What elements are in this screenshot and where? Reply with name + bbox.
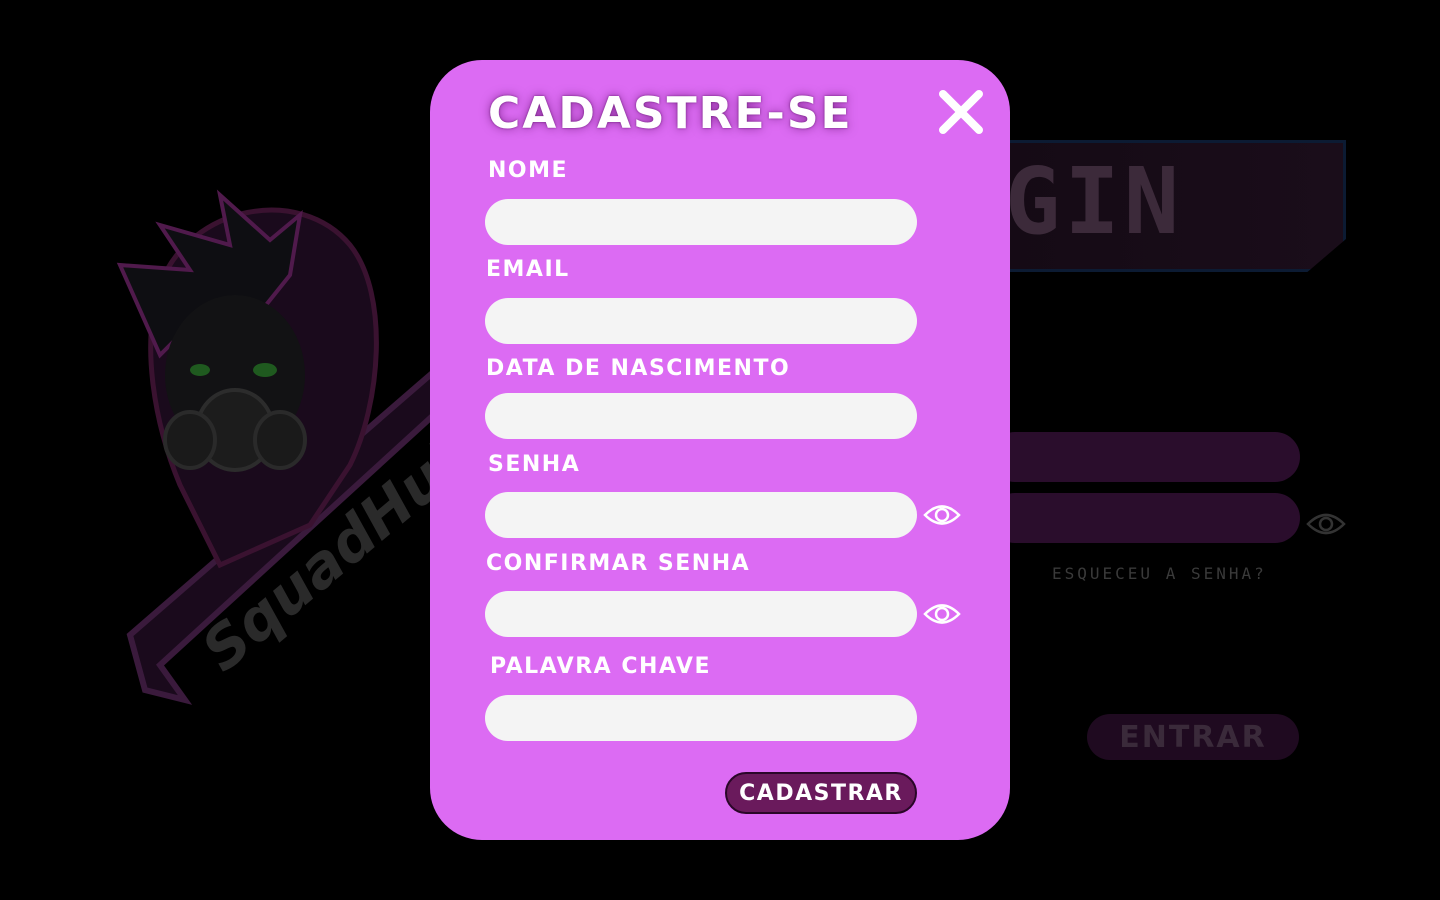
email-label: EMAIL: [486, 257, 570, 282]
password-label: SENHA: [488, 452, 581, 477]
birthdate-input[interactable]: [485, 393, 917, 439]
keyword-label: PALAVRA CHAVE: [490, 654, 711, 679]
forgot-password-link: ESQUECEU A SENHA?: [1052, 564, 1267, 583]
eye-icon[interactable]: [923, 600, 961, 628]
eye-icon[interactable]: [923, 501, 961, 529]
enter-button: ENTRAR: [1087, 714, 1299, 760]
squadhub-logo: SquadHub: [116, 189, 460, 705]
eye-icon: [1306, 513, 1346, 535]
password-input[interactable]: [485, 492, 917, 538]
keyword-input[interactable]: [485, 695, 917, 741]
login-user-input: [990, 432, 1300, 482]
login-title: GIN: [1005, 148, 1184, 255]
register-button[interactable]: CADASTRAR: [725, 772, 917, 814]
modal-title: CADASTRE-SE: [488, 88, 853, 139]
name-input[interactable]: [485, 199, 917, 245]
email-input[interactable]: [485, 298, 917, 344]
confirm-password-label: CONFIRMAR SENHA: [486, 551, 751, 576]
register-modal: CADASTRE-SE NOME EMAIL DATA DE NASCIMENT…: [430, 60, 1010, 840]
close-icon[interactable]: [935, 86, 987, 138]
confirm-password-input[interactable]: [485, 591, 917, 637]
login-password-input: [990, 493, 1300, 543]
birthdate-label: DATA DE NASCIMENTO: [486, 356, 791, 381]
name-label: NOME: [488, 158, 569, 183]
